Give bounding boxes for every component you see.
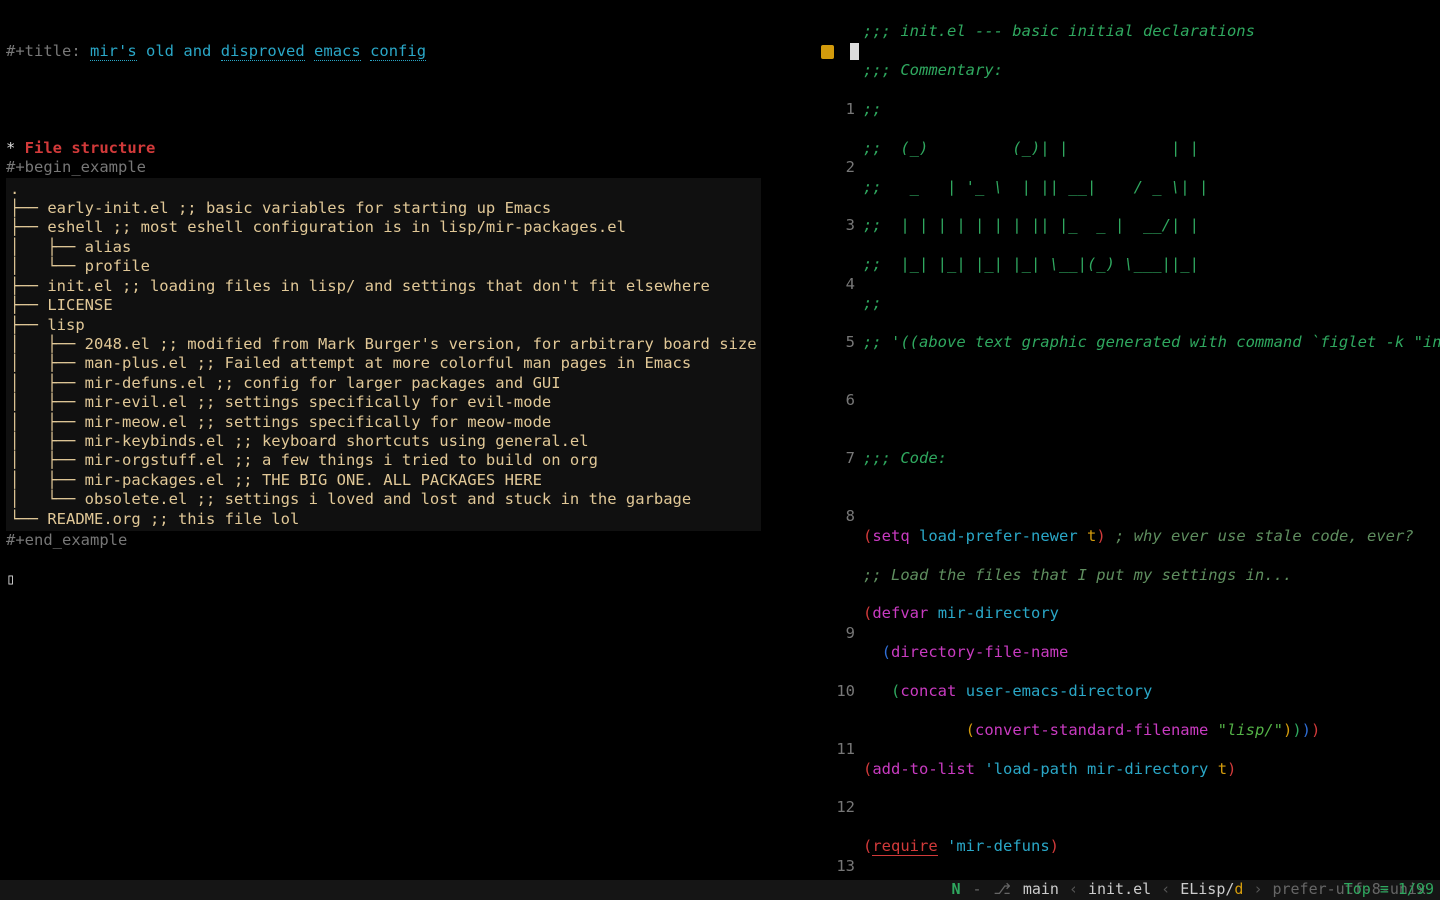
tree-line: │ ├── mir-meow.el ;; settings specifical… <box>10 413 551 431</box>
modeline[interactable]: N - ⎇ main init.el ELisp/d prefer-utf-8-… <box>0 880 1440 900</box>
end-example: #+end_example <box>6 531 127 549</box>
tree-line: . <box>10 180 19 198</box>
tree-line: │ └── obsolete.el ;; settings i loved an… <box>10 490 691 508</box>
separator-icon <box>1249 880 1266 899</box>
code-line: ;; | | | | | | | || |_ _ | __/| | <box>863 216 1440 235</box>
tree-line: ├── early-init.el ;; basic variables for… <box>10 199 551 217</box>
code-area[interactable]: ;;; init.el --- basic initial declaratio… <box>863 0 1440 880</box>
tree-line: ├── lisp <box>10 316 85 334</box>
tree-line: │ ├── alias <box>10 238 131 256</box>
code-line: ;; Load the files that I put my settings… <box>863 566 1440 585</box>
gutter-num: 6 <box>815 391 863 410</box>
code-line <box>863 798 1440 817</box>
tree-line: │ ├── 2048.el ;; modified from Mark Burg… <box>10 335 757 353</box>
gutter-num: 1 <box>815 100 863 119</box>
tree-line: │ └── profile <box>10 257 150 275</box>
code-line: ;;; Code: <box>863 449 1440 468</box>
gutter-num: 2 <box>815 158 863 177</box>
modeline-dash: - <box>966 880 987 899</box>
code-line: (directory-file-name <box>863 643 1440 662</box>
scroll-position: Top ≡ 1/99 <box>1344 880 1434 899</box>
gutter-num: 11 <box>815 740 863 759</box>
code-line: ;; |_| |_| |_| |_| \__|(_) \___||_| <box>863 255 1440 274</box>
gutter-num <box>815 566 863 585</box>
org-heading-star: * <box>6 139 25 157</box>
code-line: ;; (_) (_)| | | | <box>863 139 1440 158</box>
gutter-num: 13 <box>815 857 863 876</box>
tree-line: │ ├── mir-defuns.el ;; config for larger… <box>10 374 561 392</box>
tree-line: │ ├── mir-evil.el ;; settings specifical… <box>10 393 551 411</box>
code-line <box>863 372 1440 391</box>
code-line: (defvar mir-directory <box>863 604 1440 623</box>
separator-icon <box>1065 880 1082 899</box>
org-title-line: #+title: mir's old and disproved emacs c… <box>0 39 815 61</box>
separator-icon <box>1157 880 1174 899</box>
major-mode[interactable]: ELisp/d <box>1174 880 1249 899</box>
code-line: ;; <box>863 100 1440 119</box>
gutter-num: 3 <box>815 216 863 235</box>
tree-line: ├── eshell ;; most eshell configuration … <box>10 218 626 236</box>
tree-line: │ ├── mir-keybinds.el ;; keyboard shortc… <box>10 432 589 450</box>
line-number-gutter: 1 1 2 3 4 5 6 7 8 9 10 11 12 13 14 15 16… <box>815 0 863 880</box>
buffer-name[interactable]: init.el <box>1082 880 1157 899</box>
tree-line: ├── LICENSE <box>10 296 113 314</box>
org-heading[interactable]: File structure <box>25 139 156 157</box>
gutter-num: 7 <box>815 449 863 468</box>
git-branch-icon: ⎇ <box>988 880 1017 899</box>
tree-line: │ ├── mir-packages.el ;; THE BIG ONE. AL… <box>10 471 542 489</box>
code-line: ;; <box>863 294 1440 313</box>
code-line: (setq load-prefer-newer t) ; why ever us… <box>863 527 1440 546</box>
point-cursor <box>850 43 859 60</box>
code-line: ;; '((above text graphic generated with … <box>863 333 1440 352</box>
code-line: (require 'mir-defuns) <box>863 837 1440 856</box>
blank-line <box>6 119 15 137</box>
split-panes: #+title: mir's old and disproved emacs c… <box>0 0 1440 880</box>
code-line: ;; _ | '_ \ | || __| / _ \| | <box>863 178 1440 197</box>
tree-line: │ ├── mir-orgstuff.el ;; a few things i … <box>10 451 598 469</box>
begin-example: #+begin_example <box>6 158 146 176</box>
code-line: ;;; Commentary: <box>863 61 1440 80</box>
emacs-frame: #+title: mir's old and disproved emacs c… <box>0 0 1440 900</box>
example-block[interactable]: . ├── early-init.el ;; basic variables f… <box>6 178 761 531</box>
left-window-readme[interactable]: #+title: mir's old and disproved emacs c… <box>0 0 815 880</box>
code-line: (concat user-emacs-directory <box>863 682 1440 701</box>
gutter-num: 9 <box>815 624 863 643</box>
gutter-num: 4 <box>815 275 863 294</box>
code-line: (convert-standard-filename "lisp/")))) <box>863 721 1440 740</box>
evil-state-indicator: N <box>945 880 966 899</box>
cursor-tail: ▯ <box>6 570 15 588</box>
gutter-num: 10 <box>815 682 863 701</box>
tree-line: └── README.org ;; this file lol <box>10 510 299 528</box>
gutter-num: 8 <box>815 507 863 526</box>
code-line: (add-to-list 'load-path mir-directory t) <box>863 760 1440 779</box>
blank-line <box>6 550 15 568</box>
gutter-num: 12 <box>815 798 863 817</box>
tree-line: ├── init.el ;; loading files in lisp/ an… <box>10 277 710 295</box>
gutter-num: 5 <box>815 333 863 352</box>
right-window-init-el[interactable]: 1 1 2 3 4 5 6 7 8 9 10 11 12 13 14 15 16… <box>815 0 1440 880</box>
code-line: ;;; init.el --- basic initial declaratio… <box>863 22 1440 41</box>
code-line <box>863 410 1440 429</box>
gutter-current-line: 1 <box>815 42 863 61</box>
tree-line: │ ├── man-plus.el ;; Failed attempt at m… <box>10 354 691 372</box>
git-branch[interactable]: main <box>1017 880 1065 899</box>
code-line <box>863 488 1440 507</box>
